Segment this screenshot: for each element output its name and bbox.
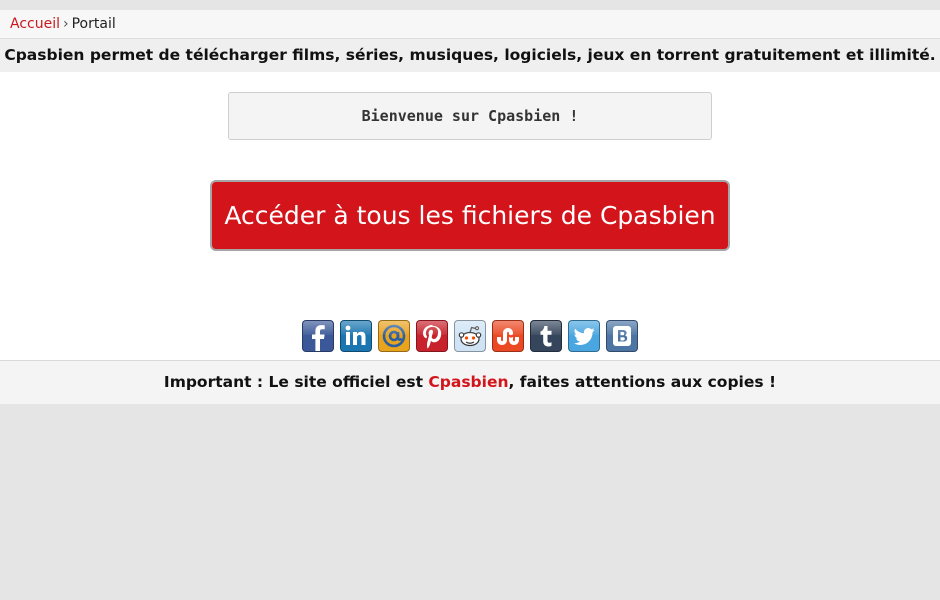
- footer-notice: Important : Le site officiel est Cpasbie…: [0, 360, 940, 404]
- breadcrumb-current: Portail: [71, 16, 116, 32]
- footer-prefix: Important : Le site officiel est: [163, 373, 429, 391]
- pinterest-icon[interactable]: [416, 320, 448, 352]
- welcome-message: Bienvenue sur Cpasbien !: [228, 92, 712, 140]
- share-buttons: [302, 320, 638, 352]
- page-background: [0, 404, 940, 600]
- reddit-icon[interactable]: [454, 320, 486, 352]
- access-files-button[interactable]: Accéder à tous les fichiers de Cpasbien: [210, 180, 730, 251]
- linkedin-icon[interactable]: [340, 320, 372, 352]
- breadcrumb: Accueil › Portail: [0, 10, 940, 39]
- stumbleupon-icon[interactable]: [492, 320, 524, 352]
- email-icon[interactable]: [378, 320, 410, 352]
- facebook-icon[interactable]: [302, 320, 334, 352]
- footer-suffix: , faites attentions aux copies !: [508, 373, 777, 391]
- top-strip: [0, 0, 940, 10]
- site-tagline: Cpasbien permet de télécharger films, sé…: [0, 39, 940, 72]
- tumblr-icon[interactable]: [530, 320, 562, 352]
- breadcrumb-home-link[interactable]: Accueil: [10, 16, 60, 32]
- main-content: Bienvenue sur Cpasbien ! Accéder à tous …: [0, 72, 940, 360]
- breadcrumb-separator: ›: [63, 16, 69, 32]
- twitter-icon[interactable]: [568, 320, 600, 352]
- vk-icon[interactable]: [606, 320, 638, 352]
- footer-brand: Cpasbien: [428, 373, 509, 391]
